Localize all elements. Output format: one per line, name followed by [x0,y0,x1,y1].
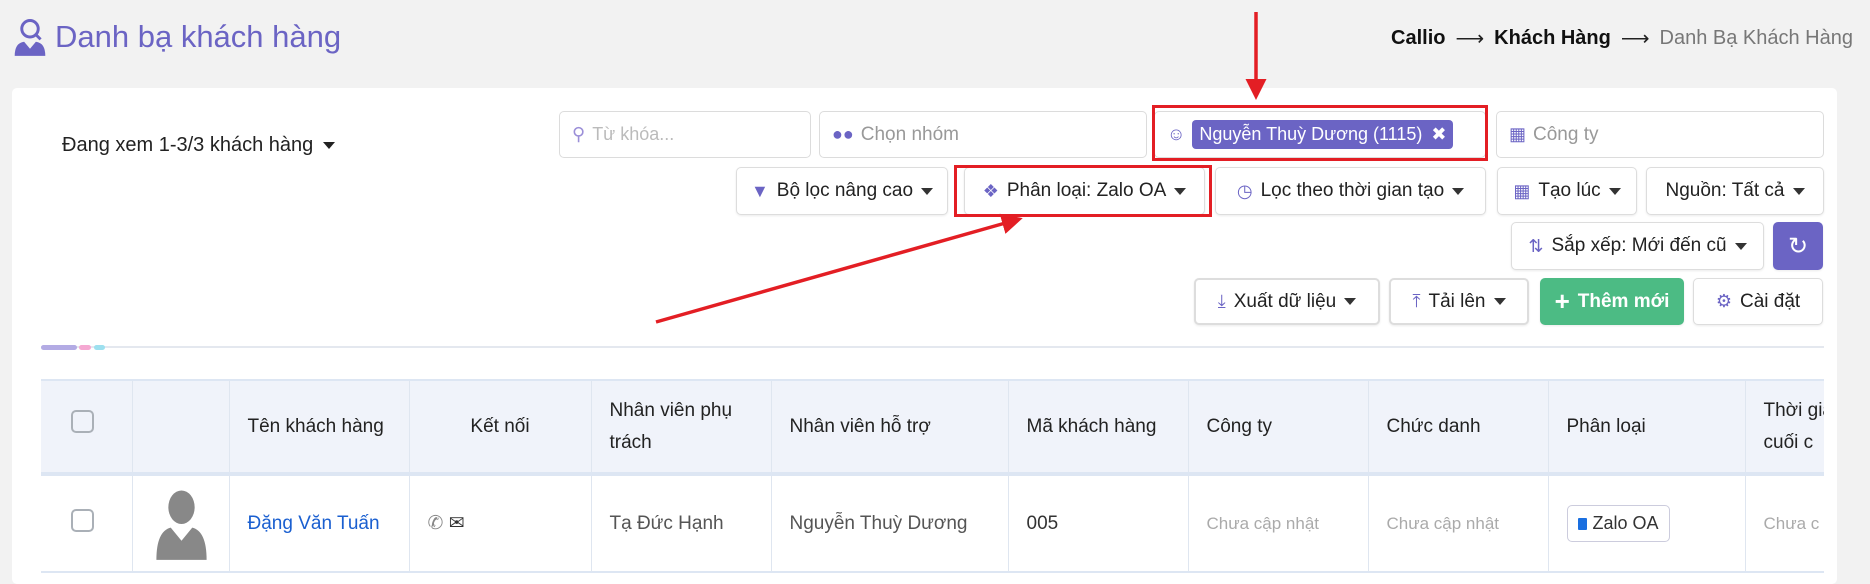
annotation-arrow-diagonal [655,213,1023,324]
annotation-arrows [655,12,1267,324]
